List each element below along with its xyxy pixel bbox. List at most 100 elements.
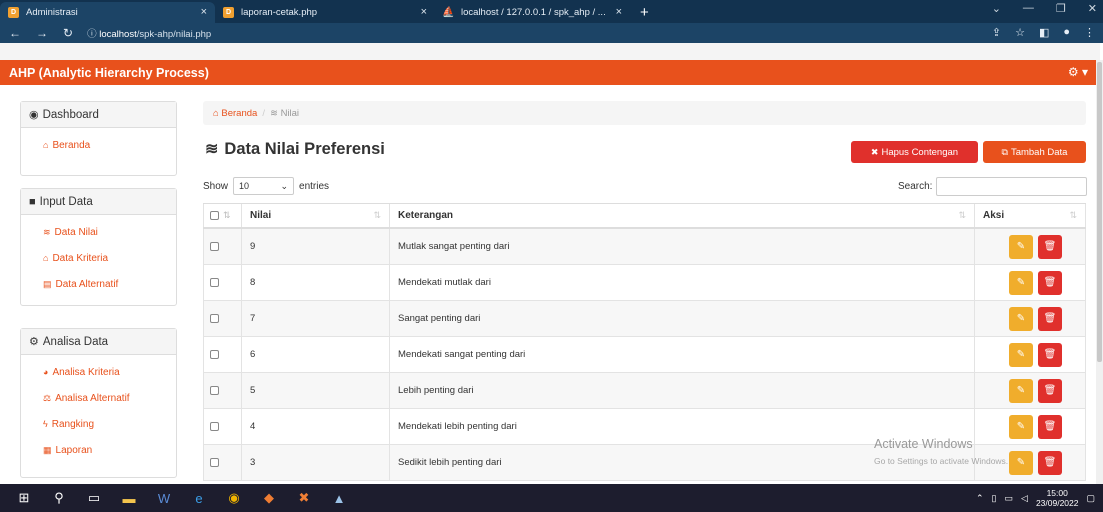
network-icon[interactable]: ▭ [1005,493,1014,504]
column-header-keterangan[interactable]: Keterangan ⇅ [390,204,975,227]
row-checkbox[interactable] [210,386,219,395]
keterangan-cell: Sangat penting dari [390,301,975,336]
browser-tab-laporan[interactable]: D laporan-cetak.php × [215,2,435,23]
delete-button[interactable]: 🗑 [1038,270,1062,295]
sublime-icon[interactable]: ◆ [258,487,280,509]
edge-icon[interactable]: e [188,487,210,509]
photos-icon[interactable]: ▲ [328,487,350,509]
notification-icon[interactable]: ▢ [1086,493,1095,504]
tambah-data-button[interactable]: ⧉ Tambah Data [983,141,1086,163]
delete-button[interactable]: 🗑 [1038,378,1062,403]
nilai-cell: 7 [242,301,390,336]
app-title[interactable]: AHP (Analytic Hierarchy Process) [9,66,209,80]
browser-tab-phpmyadmin[interactable]: ⛵ localhost / 127.0.0.1 / spk_ahp / ... … [435,2,630,23]
delete-button[interactable]: 🗑 [1038,342,1062,367]
trash-icon: 🗑 [1043,277,1057,288]
browser-tab-administrasi[interactable]: D Administrasi × [0,2,215,23]
sidebar-item-data-alternatif[interactable]: ▤ Data Alternatif [43,271,176,297]
system-tray: ⌃ ▯ ▭ ◁ 15:00 23/09/2022 ▢ [976,488,1095,508]
column-header-aksi[interactable]: Aksi ⇅ [975,204,1086,227]
edit-button[interactable]: ✎ [1009,450,1033,475]
restore-icon[interactable]: ❐ [1056,2,1066,15]
edit-button[interactable]: ✎ [1009,414,1033,439]
tab-search-icon[interactable]: ⌄ [992,2,1001,15]
minimize-icon[interactable]: — [1023,2,1034,15]
edit-button[interactable]: ✎ [1009,234,1033,259]
back-icon[interactable]: ← [9,26,21,40]
row-checkbox[interactable] [210,278,219,287]
chrome-icon[interactable]: ◉ [223,487,245,509]
sidebar-item-analisa-alternatif[interactable]: ⚖ Analisa Alternatif [43,385,176,411]
row-checkbox[interactable] [210,458,219,467]
entries-select[interactable]: 10 ⌄ [233,177,295,195]
aksi-cell: ✎ 🗑 [975,265,1086,300]
share-icon[interactable]: ⇪ [992,26,1001,39]
sidebar-item-label: Rangking [51,418,95,430]
xampp-icon[interactable]: ✖ [293,487,315,509]
breadcrumb-home[interactable]: ⌂ Beranda [213,108,257,119]
home-icon: ⌂ [213,107,219,119]
keterangan-value: Mendekati mutlak dari [398,277,491,288]
sidebar-panel-input: ■ Input Data ≋ Data Nilai ⌂ Data Kriteri… [20,188,177,306]
edit-button[interactable]: ✎ [1009,342,1033,367]
delete-button[interactable]: 🗑 [1038,234,1062,259]
row-checkbox[interactable] [210,422,219,431]
forward-icon[interactable]: → [36,26,48,40]
search-input[interactable] [936,177,1088,196]
pie-chart-icon: ◕ [43,367,49,377]
menu-kebab-icon[interactable]: ⋮ [1084,26,1095,39]
trash-icon: 🗑 [1043,385,1057,396]
panel-heading: ■ Input Data [21,189,176,215]
sidebar-item-data-kriteria[interactable]: ⌂ Data Kriteria [43,245,176,271]
bookmark-star-icon[interactable]: ☆ [1015,26,1025,39]
search-icon[interactable]: ⚲ [48,487,70,509]
pencil-icon: ✎ [1016,385,1026,396]
edit-button[interactable]: ✎ [1009,270,1033,295]
sidebar-item-analisa-kriteria[interactable]: ◕ Analisa Kriteria [43,359,176,385]
reload-icon[interactable]: ↻ [63,26,73,40]
delete-button[interactable]: 🗑 [1038,306,1062,331]
windows-start-icon[interactable]: ⊞ [13,487,35,509]
task-view-icon[interactable]: ▭ [83,487,105,509]
edit-button[interactable]: ✎ [1009,306,1033,331]
window-close-icon[interactable]: ✕ [1088,2,1097,15]
delete-button[interactable]: 🗑 [1038,450,1062,475]
gear-icon[interactable]: ⚙ ▾ [1068,65,1088,79]
nilai-cell: 5 [242,373,390,408]
clock[interactable]: 15:00 23/09/2022 [1036,488,1079,508]
row-checkbox[interactable] [210,314,219,323]
select-all-checkbox[interactable] [210,211,219,220]
volume-icon[interactable]: ◁ [1021,493,1028,504]
battery-icon[interactable]: ▯ [992,493,997,504]
tab-close-icon[interactable]: × [201,6,207,18]
tab-close-icon[interactable]: × [616,6,622,18]
word-icon[interactable]: W [153,487,175,509]
breadcrumb: ⌂ Beranda / ≋ Nilai [203,101,1086,125]
sidebar-item-beranda[interactable]: ⌂ Beranda [43,132,176,158]
edit-button[interactable]: ✎ [1009,378,1033,403]
delete-button[interactable]: 🗑 [1038,414,1062,439]
dashboard-icon: ◉ [29,109,39,121]
sidebar-item-data-nilai[interactable]: ≋ Data Nilai [43,219,176,245]
sidebar-item-rangking[interactable]: ϟ Rangking [43,411,176,437]
trash-icon: 🗑 [1043,241,1057,252]
sidebar-item-label: Beranda [52,139,91,151]
tray-chevron-icon[interactable]: ⌃ [976,493,984,504]
new-tab-button[interactable]: + [640,2,649,23]
scrollbar-thumb[interactable] [1097,62,1102,362]
select-all-header[interactable]: ⇅ [203,204,242,227]
row-checkbox[interactable] [210,242,219,251]
breadcrumb-separator: / [262,107,265,119]
profile-icon[interactable]: ● [1063,26,1070,39]
hapus-contengan-button[interactable]: ✖ Hapus Contengan [851,141,978,163]
pencil-icon: ✎ [1016,313,1026,324]
sidepanel-icon[interactable]: ◧ [1039,26,1049,39]
url-field[interactable]: ⓘ localhost/spk-ahp/nilai.php [87,26,211,40]
table-row: 8 Mendekati mutlak dari ✎ 🗑 [203,265,1086,301]
row-checkbox[interactable] [210,350,219,359]
sidebar-item-laporan[interactable]: ▦ Laporan [43,437,176,463]
column-header-nilai[interactable]: Nilai ⇅ [242,204,390,227]
tab-close-icon[interactable]: × [421,6,427,18]
file-explorer-icon[interactable]: ▬ [118,487,140,509]
nilai-cell: 4 [242,409,390,444]
